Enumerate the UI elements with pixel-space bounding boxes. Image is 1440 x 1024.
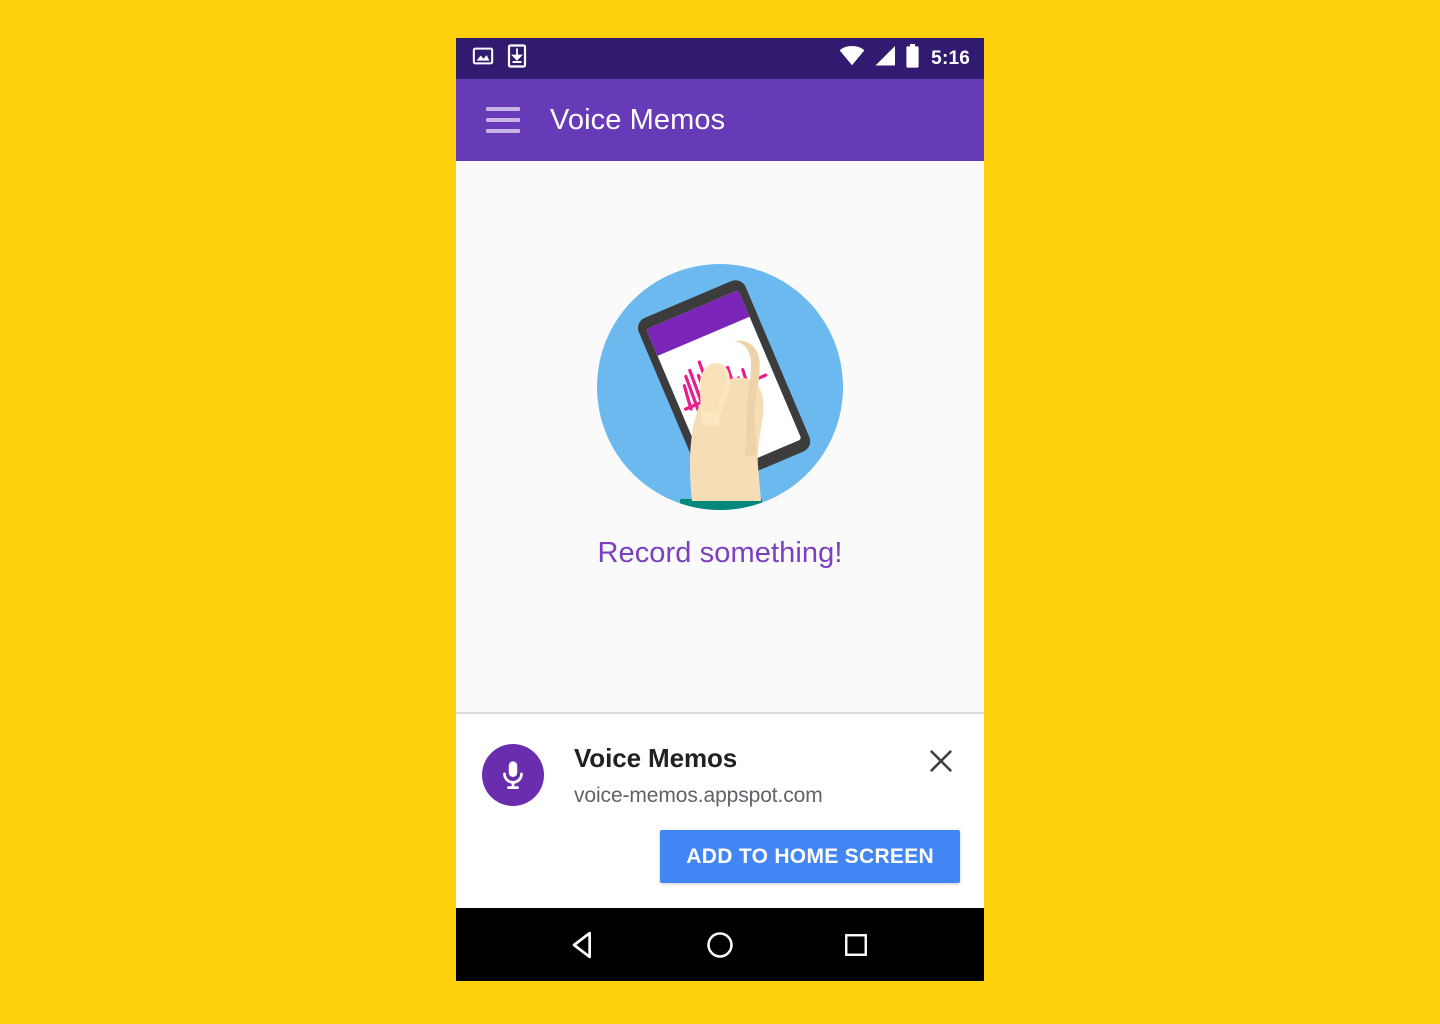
microphone-app-icon bbox=[482, 744, 544, 806]
status-bar-right-icons: 5:16 bbox=[839, 44, 970, 73]
empty-state-message: Record something! bbox=[597, 537, 843, 569]
microphone-icon bbox=[503, 761, 523, 789]
square-recents-icon bbox=[845, 933, 867, 956]
nav-recents-button[interactable] bbox=[826, 921, 886, 969]
download-icon bbox=[507, 44, 527, 73]
main-content-area: Record something! bbox=[456, 161, 984, 712]
phone-screen: 5:16 Voice Memos Record something! Voice… bbox=[456, 38, 984, 981]
banner-app-name: Voice Memos bbox=[574, 743, 738, 773]
add-to-home-screen-banner: Voice Memos voice-memos.appspot.com ADD … bbox=[456, 712, 984, 908]
status-bar-left-icons bbox=[472, 44, 527, 73]
wifi-icon bbox=[839, 46, 865, 71]
close-icon[interactable] bbox=[924, 744, 958, 778]
banner-text-block: Voice Memos voice-memos.appspot.com bbox=[574, 740, 924, 808]
android-navigation-bar bbox=[456, 908, 984, 981]
hamburger-menu-icon[interactable] bbox=[486, 107, 520, 133]
banner-header-row: Voice Memos voice-memos.appspot.com bbox=[482, 740, 958, 808]
banner-app-url: voice-memos.appspot.com bbox=[574, 783, 823, 807]
hamburger-line bbox=[486, 129, 520, 133]
app-bar: Voice Memos bbox=[456, 79, 984, 161]
nav-home-button[interactable] bbox=[690, 921, 750, 969]
hand-holding-phone-illustration bbox=[597, 264, 843, 510]
screenshot-image-icon bbox=[472, 45, 494, 72]
hamburger-line bbox=[486, 107, 520, 111]
triangle-back-icon bbox=[572, 931, 592, 958]
page-title: Voice Memos bbox=[550, 103, 726, 136]
cellular-signal-icon bbox=[874, 46, 896, 71]
add-to-home-screen-button[interactable]: ADD TO HOME SCREEN bbox=[660, 830, 960, 883]
hamburger-line bbox=[486, 118, 520, 122]
android-status-bar: 5:16 bbox=[456, 38, 984, 79]
banner-actions: ADD TO HOME SCREEN bbox=[660, 830, 960, 883]
nav-back-button[interactable] bbox=[554, 921, 614, 969]
circle-home-icon bbox=[707, 931, 733, 958]
status-bar-clock: 5:16 bbox=[931, 48, 970, 69]
battery-icon bbox=[905, 44, 920, 73]
